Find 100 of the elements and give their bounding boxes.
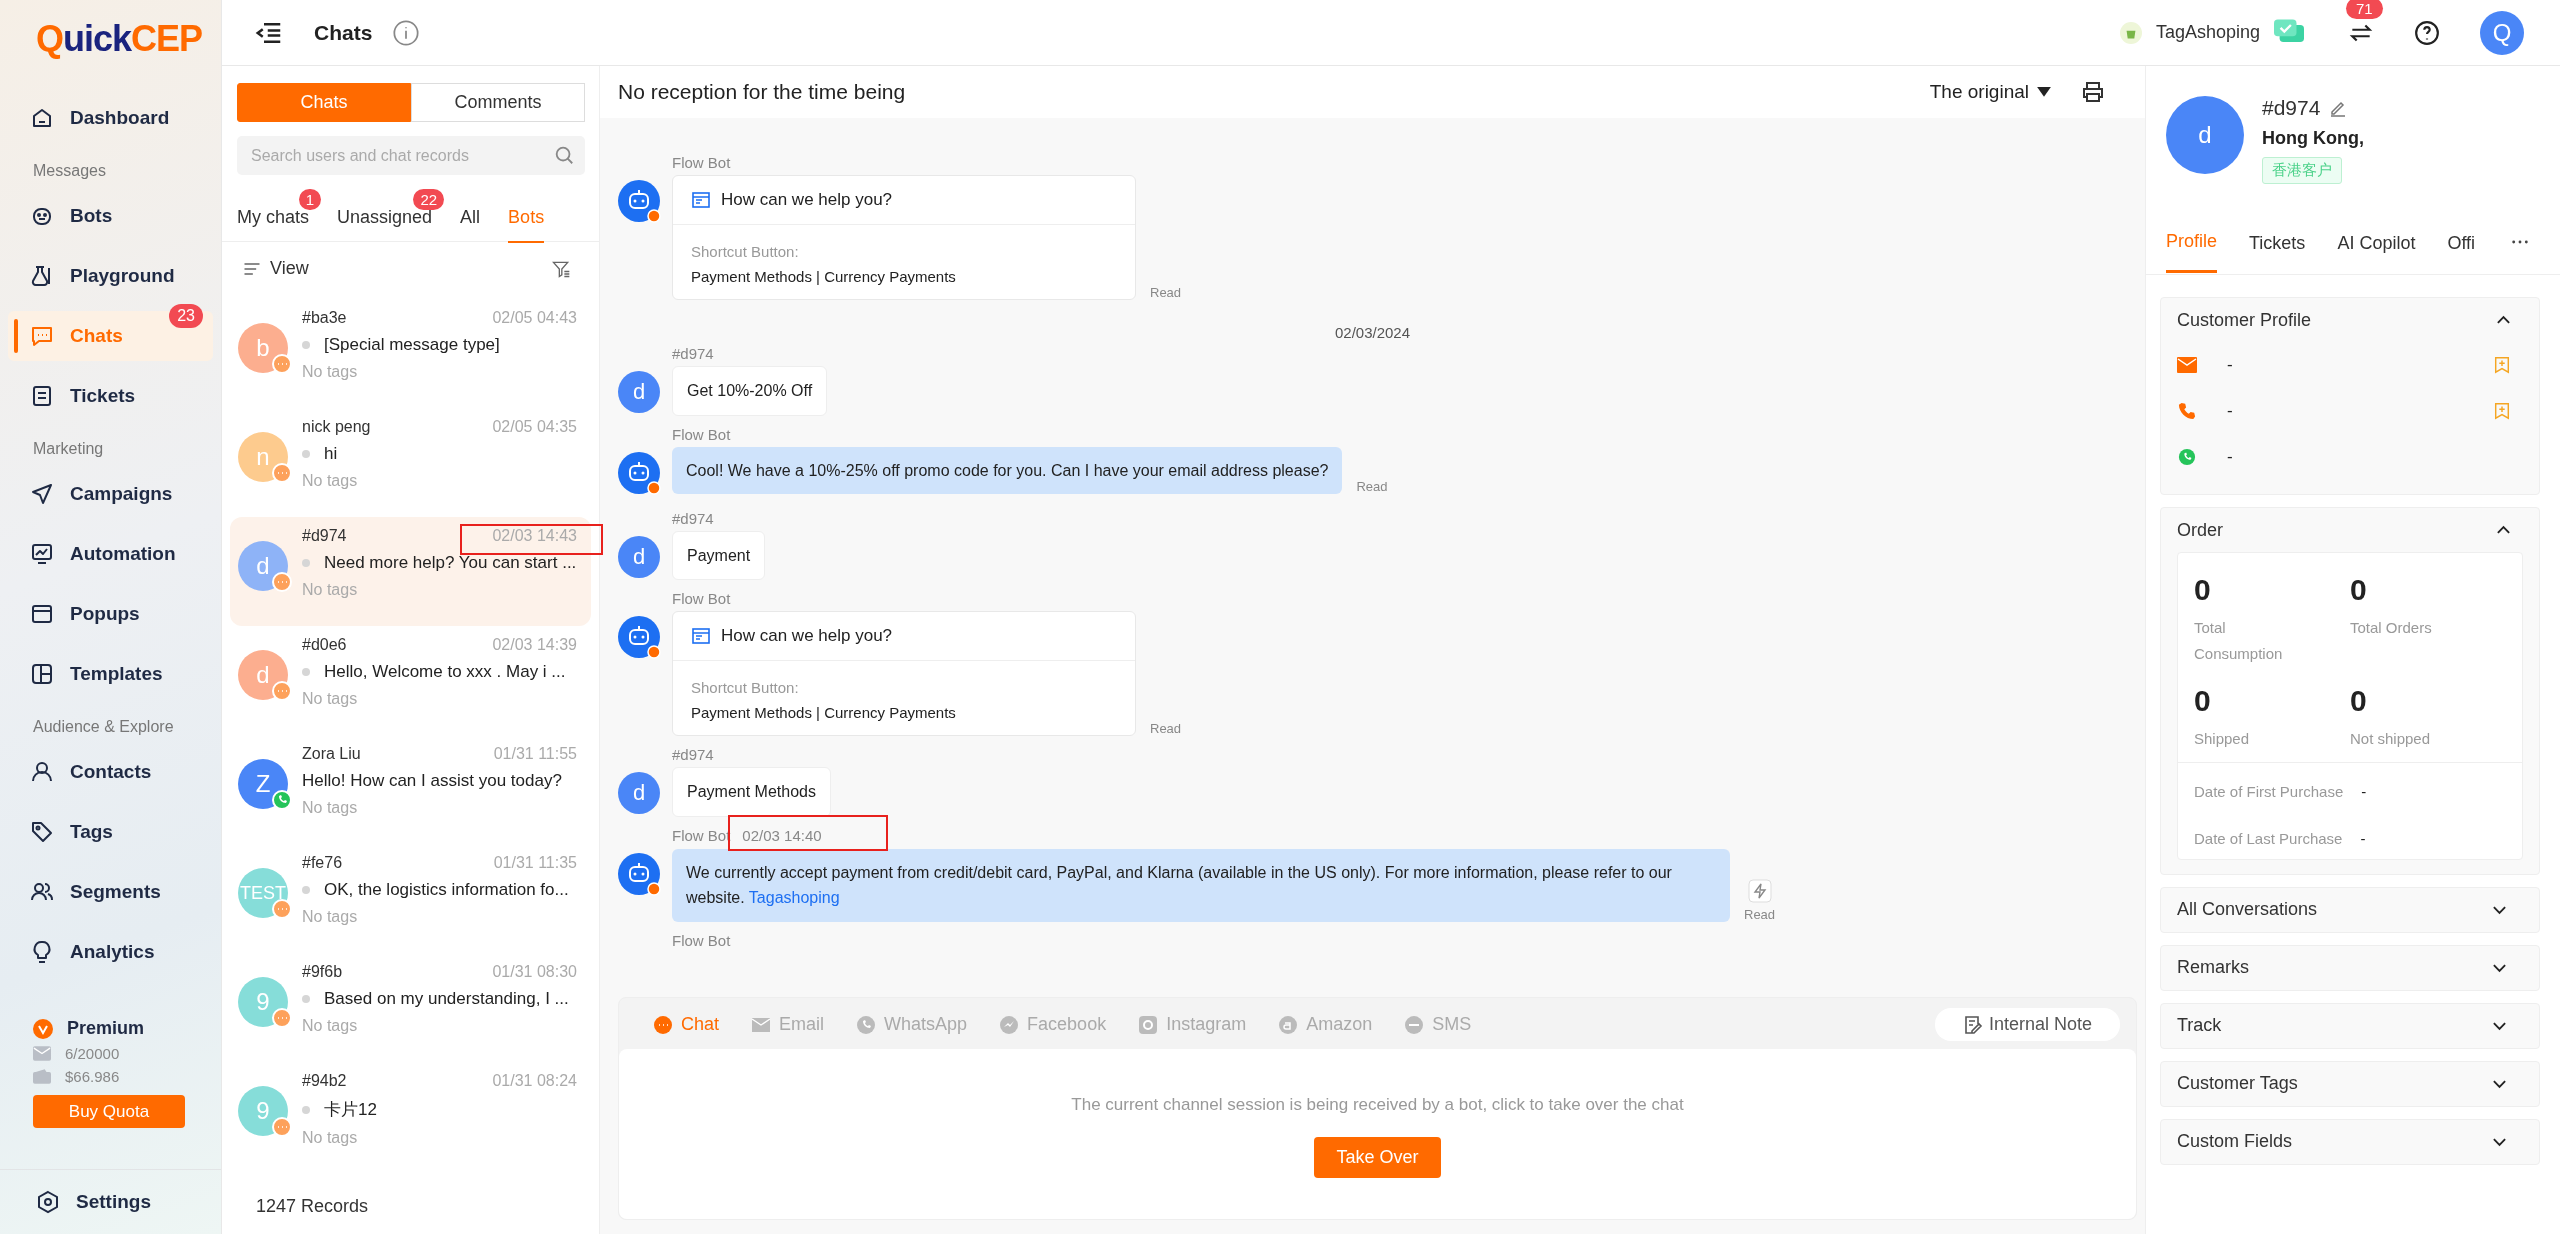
- bulb-icon: [30, 940, 54, 964]
- contact-name: nick peng: [302, 418, 371, 436]
- collapsed-section[interactable]: All Conversations: [2160, 886, 2540, 933]
- read-status: Read: [1744, 906, 1776, 922]
- phone-icon: [2177, 402, 2197, 420]
- date-value: -: [2360, 829, 2366, 847]
- contact-avatar: n: [238, 432, 288, 482]
- ticket-icon: [30, 384, 54, 408]
- nav-item[interactable]: Tags: [8, 807, 213, 857]
- nav-item[interactable]: Templates: [8, 649, 213, 699]
- collapsed-section[interactable]: Remarks: [2160, 944, 2540, 991]
- chat-bubble-icon: [272, 681, 292, 701]
- email-quota: 6/20000: [65, 1045, 120, 1062]
- contact-name: #d0e6: [302, 636, 347, 654]
- lightning-icon[interactable]: [1747, 878, 1772, 903]
- nav-item[interactable]: Automation: [8, 529, 213, 579]
- chat-list-item[interactable]: Z Zora Liu 01/31 11:55 Hello! How can I assist you today? No tags: [230, 735, 591, 844]
- nav-item[interactable]: Popups: [8, 589, 213, 639]
- caret-icon: [2037, 86, 2051, 98]
- note-edit-icon: [1962, 1014, 1983, 1035]
- panel-title: Customer Profile: [2177, 309, 2312, 331]
- contact-name: #94b2: [302, 1072, 347, 1090]
- timestamp: 01/31 11:35: [493, 854, 577, 872]
- stat-label: Total Orders: [2350, 618, 2433, 638]
- filter-tab[interactable]: My chats: [237, 207, 310, 227]
- collapse-icon[interactable]: [2496, 315, 2511, 325]
- nav-item[interactable]: Bots: [8, 191, 213, 241]
- collapsed-section[interactable]: Custom Fields: [2160, 1118, 2540, 1165]
- stat-label: Not shipped: [2350, 728, 2432, 749]
- filter-tab[interactable]: All: [460, 207, 481, 227]
- chat-list-item[interactable]: b #ba3e 02/05 04:43 [Special message type] No tags: [230, 299, 591, 408]
- read-status: Read: [1150, 721, 1182, 737]
- date-divider: 02/03/2024: [1334, 324, 1411, 341]
- store-name[interactable]: TagAshoping: [2155, 22, 2260, 43]
- message-preview: 卡片12: [324, 1099, 377, 1121]
- window-icon: [30, 602, 54, 626]
- profile-tab[interactable]: Offi: [2447, 212, 2476, 272]
- filter-tab[interactable]: Unassigned: [337, 207, 433, 227]
- stat-value: 0: [2350, 683, 2368, 718]
- tags-label: No tags: [302, 1129, 359, 1147]
- expand-icon: [2492, 1136, 2507, 1147]
- timestamp: 01/31 08:24: [492, 1072, 577, 1090]
- settings-item[interactable]: Settings: [0, 1169, 221, 1234]
- chat-list-item[interactable]: d #d0e6 02/03 14:39 Hello, Welcome to xxx . May i ... No tags: [230, 626, 591, 735]
- info-icon[interactable]: [392, 18, 421, 47]
- chat-list-item[interactable]: 9 #94b2 01/31 08:24 卡片12 No tags: [230, 1062, 591, 1171]
- timestamp: 02/03 14:39: [492, 636, 577, 654]
- profile-tab[interactable]: AI Copilot: [2337, 212, 2416, 272]
- nav-item[interactable]: Tickets: [8, 371, 213, 421]
- translation-dropdown[interactable]: The original: [1929, 81, 2051, 103]
- tags-label: No tags: [302, 690, 359, 708]
- tag-icon: [30, 820, 54, 844]
- view-label[interactable]: View: [270, 258, 309, 279]
- nav-item[interactable]: Playground: [8, 251, 213, 301]
- chat-list-item[interactable]: 9 #9f6b 01/31 08:30 Based on my understanding, I ... No tags: [230, 953, 591, 1062]
- nav-item[interactable]: Dashboard: [8, 93, 213, 143]
- help-icon[interactable]: [2414, 19, 2440, 46]
- profile-tab[interactable]: Tickets: [2249, 212, 2306, 272]
- chat-list-item[interactable]: n nick peng 02/05 04:35 hi No tags: [230, 408, 591, 517]
- print-icon[interactable]: [2081, 80, 2105, 104]
- field-value: -: [2227, 401, 2233, 421]
- user-icon: [30, 760, 54, 784]
- chat-bubble-icon: [272, 572, 292, 592]
- contact-name: #d974: [302, 527, 347, 545]
- segment-tab[interactable]: Comments: [411, 83, 585, 122]
- nav-item[interactable]: Segments: [8, 867, 213, 917]
- sender-name: #d974: [672, 509, 714, 527]
- more-icon[interactable]: [2511, 239, 2530, 245]
- card-label: Shortcut Button:: [691, 679, 800, 697]
- chat-list-item[interactable]: d #d974 02/03 14:43 Need more help? You can start ... No tags: [230, 517, 591, 626]
- collapsed-section[interactable]: Track: [2160, 1002, 2540, 1049]
- contact-avatar: d: [238, 541, 288, 591]
- collapsed-section[interactable]: Customer Tags: [2160, 1060, 2540, 1107]
- camera-icon: [1138, 1014, 1159, 1035]
- website-link[interactable]: Tagashoping: [748, 889, 840, 907]
- message-preview: Based on my understanding, I ...: [324, 989, 569, 1009]
- chat-bubble-icon: [272, 354, 292, 374]
- mail-icon: [2177, 356, 2197, 374]
- tags-label: No tags: [302, 581, 359, 599]
- search-field[interactable]: Search users and chat records: [237, 136, 585, 175]
- customer-message: Payment: [672, 530, 766, 581]
- internal-note-button[interactable]: Internal Note: [1934, 1008, 2120, 1041]
- sender-name: Flow Bot: [672, 590, 731, 608]
- app-logo: QuickCEP: [36, 18, 203, 60]
- form-icon: [691, 626, 711, 647]
- field-value: -: [2227, 447, 2233, 467]
- shopping-bag-icon: [2119, 21, 2142, 44]
- nav-item[interactable]: Contacts: [8, 747, 213, 797]
- chat-bubble-icon: [272, 463, 292, 483]
- shortcut-buttons: Payment Methods | Currency Payments: [691, 704, 1117, 722]
- expand-icon: [2492, 1020, 2507, 1031]
- collapse-icon[interactable]: [2496, 525, 2511, 535]
- stat-label: Shipped: [2194, 728, 2251, 749]
- whatsapp-icon: [272, 790, 292, 810]
- nav-section-label: Audience & Explore: [32, 717, 175, 737]
- nav-item[interactable]: Analytics: [8, 927, 213, 977]
- nav-item[interactable]: Campaigns: [8, 469, 213, 519]
- search-icon[interactable]: [553, 144, 575, 166]
- customer-name: #d974: [2262, 96, 2321, 120]
- chat-list-item[interactable]: TEST #fe76 01/31 11:35 OK, the logistics information fo... No tags: [230, 844, 591, 953]
